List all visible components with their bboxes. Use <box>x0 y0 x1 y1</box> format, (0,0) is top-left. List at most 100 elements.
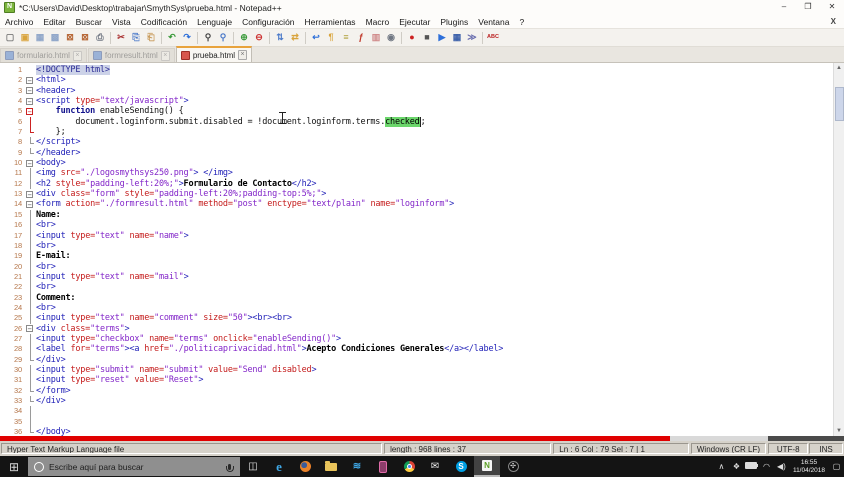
code-line[interactable]: 36 </body> <box>0 427 834 436</box>
save-icon[interactable]: ▦ <box>33 31 47 44</box>
notepad-plus-plus-taskbar-icon[interactable]: N <box>474 456 500 477</box>
copy-icon[interactable]: ⎘ <box>129 31 143 44</box>
tab-prueba-html[interactable]: prueba.html × <box>175 46 253 62</box>
menu-item-vista[interactable]: Vista <box>107 17 136 27</box>
replace-icon[interactable]: ⚲ <box>216 31 230 44</box>
code-line[interactable]: 27 <input type="checkbox" name="terms" on… <box>0 333 834 345</box>
close-doc-icon[interactable]: ⊠ <box>63 31 77 44</box>
menu-item-editar[interactable]: Editar <box>38 17 70 27</box>
code-line[interactable]: 2 <html> <box>0 75 834 85</box>
code-line[interactable]: 5 function enableSending() { <box>0 106 834 116</box>
network-app-taskbar-icon[interactable]: ≋ <box>344 456 370 477</box>
menu-item-archivo[interactable]: Archivo <box>0 17 38 27</box>
show-all-chars-icon[interactable]: ¶ <box>324 31 338 44</box>
play-macro-icon[interactable]: ▶ <box>435 31 449 44</box>
find-icon[interactable]: ⚲ <box>201 31 215 44</box>
code-line[interactable]: 14 <form action="./formresult.html" metho… <box>0 199 834 209</box>
code-line[interactable]: 18 <br> <box>0 240 834 252</box>
menu-item-lenguaje[interactable]: Lenguaje <box>192 17 237 27</box>
code-line[interactable]: 23 Comment: <box>0 292 834 303</box>
cut-icon[interactable]: ✂ <box>114 31 128 44</box>
tab-formresult-html[interactable]: formresult.html × <box>87 48 175 62</box>
code-line[interactable]: 12 <h2 style="padding-left:20%;">Formular… <box>0 178 834 190</box>
menu-item-ejecutar[interactable]: Ejecutar <box>394 17 435 27</box>
menu-item-codificacin[interactable]: Codificación <box>136 17 192 27</box>
sync-vertical-icon[interactable]: ⇅ <box>273 31 287 44</box>
save-macro-icon[interactable]: ▦ <box>450 31 464 44</box>
doc-close-x-button[interactable]: X <box>831 17 836 26</box>
file-explorer-taskbar-icon[interactable] <box>318 456 344 477</box>
doc-monitor-icon[interactable]: ◉ <box>384 31 398 44</box>
paste-icon[interactable]: ⎗ <box>144 31 158 44</box>
stop-macro-icon[interactable]: ■ <box>420 31 434 44</box>
word-wrap-icon[interactable]: ↩ <box>309 31 323 44</box>
edge-taskbar-icon[interactable]: e <box>266 456 292 477</box>
code-line[interactable]: 28 <label for="terms"><a href="./politica… <box>0 344 834 355</box>
code-line[interactable]: 25 <input type="text" name="comment" size… <box>0 313 834 324</box>
fold-toggle[interactable] <box>25 86 36 96</box>
tray-expand-caret[interactable]: ∧ <box>714 462 729 471</box>
menu-item-plugins[interactable]: Plugins <box>435 17 473 27</box>
editor[interactable]: 1 <!DOCTYPE html> 2 <html> 3 <header> 4 <script… <box>0 63 844 436</box>
record-macro-icon[interactable]: ● <box>405 31 419 44</box>
run-macro-multi-icon[interactable]: ≫ <box>465 31 479 44</box>
code-line[interactable]: 1 <!DOCTYPE html> <box>0 65 834 75</box>
status-encoding[interactable]: UTF-8 <box>768 443 809 454</box>
undo-icon[interactable]: ↶ <box>165 31 179 44</box>
code-line[interactable]: 13 <div class="form" style="padding-left:… <box>0 189 834 199</box>
dropbox-tray-icon[interactable]: ❖ <box>729 462 744 471</box>
battery-icon[interactable] <box>744 462 759 471</box>
new-file-icon[interactable]: ▢ <box>3 31 17 44</box>
menu-item-buscar[interactable]: Buscar <box>71 17 107 27</box>
open-folder-icon[interactable]: ▣ <box>18 31 32 44</box>
code-line[interactable]: 20 <br> <box>0 261 834 272</box>
chrome-taskbar-icon[interactable] <box>396 456 422 477</box>
function-list-icon[interactable]: ƒ <box>354 31 368 44</box>
menu-item-herramientas[interactable]: Herramientas <box>300 17 361 27</box>
code-line[interactable]: 19 E-mail: <box>0 251 834 262</box>
redo-icon[interactable]: ↷ <box>180 31 194 44</box>
obs-taskbar-icon[interactable]: ✣ <box>500 456 526 477</box>
taskbar-search-box[interactable]: Escribe aquí para buscar <box>28 457 240 476</box>
volume-icon[interactable]: ◀) <box>774 462 789 471</box>
code-line[interactable]: 7 }; <box>0 127 834 138</box>
menu-item-configuracin[interactable]: Configuración <box>237 17 299 27</box>
code-line[interactable]: 31 <input type="reset" value="Reset"> <box>0 375 834 386</box>
scrollbar-thumb[interactable] <box>835 87 844 121</box>
task-view-button[interactable]: ◫ <box>240 456 266 477</box>
close-all-icon[interactable]: ⊠ <box>78 31 92 44</box>
status-insert-mode[interactable]: INS <box>809 443 844 454</box>
code-line[interactable]: 29 </div> <box>0 354 834 365</box>
zoom-in-icon[interactable]: ⊕ <box>237 31 251 44</box>
microphone-icon[interactable] <box>225 463 234 472</box>
code-line[interactable]: 22 <br> <box>0 282 834 293</box>
start-button[interactable]: ⊞ <box>0 456 28 477</box>
code-line[interactable]: 3 <header> <box>0 86 834 96</box>
code-line[interactable]: 4 <script type="text/javascript"> <box>0 96 834 106</box>
scroll-down-arrow[interactable]: ▼ <box>834 426 844 436</box>
code-line[interactable]: 30 <input type="submit" name="submit" val… <box>0 364 834 376</box>
menu-item-ventana[interactable]: Ventana <box>473 17 514 27</box>
menu-item-macro[interactable]: Macro <box>361 17 395 27</box>
code-line[interactable]: 21 <input type="text" name="mail"> <box>0 271 834 283</box>
code-line[interactable]: 10 <body> <box>0 158 834 168</box>
tab-close-icon[interactable]: × <box>160 50 170 61</box>
skype-taskbar-icon[interactable]: S <box>448 456 474 477</box>
code-line[interactable]: 26 <div class="terms"> <box>0 324 834 334</box>
code-line[interactable]: 17 <input type="text" name="name"> <box>0 230 834 241</box>
zoom-out-icon[interactable]: ⊖ <box>252 31 266 44</box>
code-line[interactable]: 24 <br> <box>0 302 834 314</box>
indent-guide-icon[interactable]: ≡ <box>339 31 353 44</box>
tab-formulario-html[interactable]: formulario.html × <box>0 48 87 62</box>
code-area[interactable]: 1 <!DOCTYPE html> 2 <html> 3 <header> 4 <script… <box>0 65 834 436</box>
action-center-icon[interactable]: ▢ <box>829 462 844 471</box>
code-line[interactable]: 33 </div> <box>0 396 834 407</box>
taskbar-clock[interactable]: 16:55 11/04/2018 <box>789 459 829 474</box>
fold-toggle[interactable] <box>25 106 36 116</box>
scroll-up-arrow[interactable]: ▲ <box>834 63 844 73</box>
code-line[interactable]: 34 <box>0 406 834 417</box>
fold-toggle[interactable] <box>25 96 36 106</box>
fold-toggle[interactable] <box>25 199 36 209</box>
save-all-icon[interactable]: ▩ <box>48 31 62 44</box>
firefox-taskbar-icon[interactable] <box>292 456 318 477</box>
